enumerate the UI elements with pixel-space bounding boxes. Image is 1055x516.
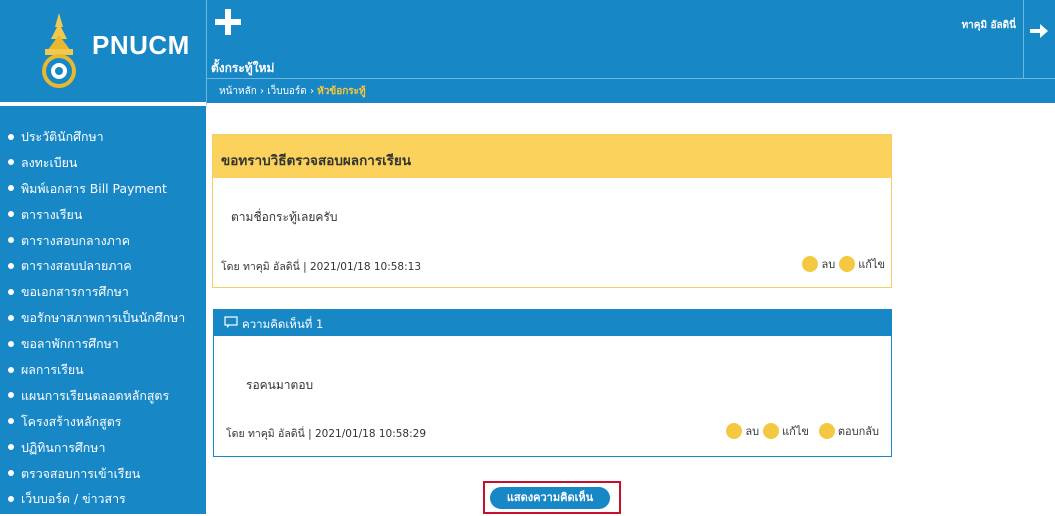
arrow-right-icon[interactable] xyxy=(1028,20,1050,42)
show-comments-button[interactable]: แสดงความคิดเห็น xyxy=(490,487,610,509)
sidebar-item-final-schedule[interactable]: ตารางสอบปลายภาค xyxy=(0,257,206,283)
sidebar-item-label: ปฏิทินการศึกษา xyxy=(21,439,106,455)
comment-body: รอคนมาตอบ xyxy=(246,378,314,392)
bullet-icon xyxy=(8,262,14,269)
bullet-icon xyxy=(8,470,14,477)
breadcrumb-home[interactable]: หน้าหลัก xyxy=(219,86,257,97)
sidebar-item-label: ตารางเรียน xyxy=(21,206,83,222)
logo[interactable]: PNUCM xyxy=(0,0,206,106)
trash-icon xyxy=(726,423,743,439)
sidebar-item-leave-of-absence[interactable]: ขอลาพักการศึกษา xyxy=(0,335,206,361)
topic-header: ขอทราบวิธีตรวจสอบผลการเรียน xyxy=(213,135,891,178)
top-bar: ตั้งกระทู้ใหม่ ทาคุมิ อัลดินี่ xyxy=(206,0,1055,78)
sidebar-item-label: พิมพ์เอกสาร Bill Payment xyxy=(21,180,167,196)
username: ทาคุมิ อัลดินี่ xyxy=(961,20,1016,31)
breadcrumb-separator: › xyxy=(306,86,318,97)
sidebar-item-label: ตรวจสอบการเข้าเรียน xyxy=(21,465,141,481)
divider xyxy=(1023,0,1024,78)
bullet-icon xyxy=(8,211,14,218)
edit-button[interactable]: แก้ไข xyxy=(763,422,809,440)
bullet-icon xyxy=(8,288,14,295)
comment-title: ความคิดเห็นที่ 1 xyxy=(242,317,324,331)
bullet-icon xyxy=(8,314,14,321)
sidebar-item-webboard[interactable]: เว็บบอร์ด / ข่าวสาร xyxy=(0,490,206,516)
logo-text: PNUCM xyxy=(92,30,190,60)
sidebar-item-label: ตารางสอบปลายภาค xyxy=(21,258,132,274)
plus-icon xyxy=(215,9,241,35)
pencil-icon xyxy=(763,423,780,439)
sidebar-item-label: ขอเอกสารการศึกษา xyxy=(21,284,129,300)
bullet-icon xyxy=(8,418,14,425)
new-post-button[interactable]: ตั้งกระทู้ใหม่ xyxy=(211,5,291,75)
delete-label: ลบ xyxy=(745,425,760,438)
sidebar-item-bill-payment[interactable]: พิมพ์เอกสาร Bill Payment xyxy=(0,180,206,206)
comment-header: ความคิดเห็นที่ 1 xyxy=(214,310,891,336)
edit-label: แก้ไข xyxy=(858,258,885,271)
bullet-icon xyxy=(8,133,14,140)
edit-label: แก้ไข xyxy=(782,425,809,438)
delete-label: ลบ xyxy=(821,258,836,271)
sidebar-item-grades[interactable]: ผลการเรียน xyxy=(0,361,206,387)
reply-icon xyxy=(818,423,835,439)
delete-button[interactable]: ลบ xyxy=(802,255,835,273)
topic-card: ขอทราบวิธีตรวจสอบผลการเรียน ตามชื่อกระทู… xyxy=(212,134,892,288)
highlight-box: แสดงความคิดเห็น xyxy=(483,481,621,514)
sidebar-item-class-schedule[interactable]: ตารางเรียน xyxy=(0,206,206,232)
sidebar-item-label: โครงสร้างหลักสูตร xyxy=(21,413,122,429)
topic-meta: โดย ทาคุมิ อัลดินี่ | 2021/01/18 10:58:1… xyxy=(221,261,422,273)
bullet-icon xyxy=(8,237,14,244)
sidebar-item-label: ขอรักษาสภาพการเป็นนักศึกษา xyxy=(21,310,186,326)
sidebar-item-curriculum[interactable]: โครงสร้างหลักสูตร xyxy=(0,413,206,439)
reply-button[interactable]: ตอบกลับ xyxy=(818,422,879,440)
topic-actions: ลบ แก้ไข xyxy=(798,255,885,273)
topic-body: ตามชื่อกระทู้เลยครับ xyxy=(231,210,338,224)
bullet-icon xyxy=(8,366,14,373)
sidebar-item-attendance[interactable]: ตรวจสอบการเข้าเรียน xyxy=(0,465,206,491)
sidebar-item-label: ประวัตินักศึกษา xyxy=(21,129,104,144)
breadcrumb-separator: › xyxy=(256,86,268,97)
sidebar-item-label: เว็บบอร์ด / ข่าวสาร xyxy=(21,491,126,507)
bullet-icon xyxy=(8,495,14,502)
sidebar-item-request-documents[interactable]: ขอเอกสารการศึกษา xyxy=(0,283,206,309)
sidebar: PNUCM ประวัตินักศึกษา ลงทะเบียน พิมพ์เอก… xyxy=(0,0,206,514)
sidebar-item-label: ลงทะเบียน xyxy=(21,154,78,170)
topic-title: ขอทราบวิธีตรวจสอบผลการเรียน xyxy=(221,153,412,169)
sidebar-item-maintain-status[interactable]: ขอรักษาสภาพการเป็นนักศึกษา xyxy=(0,309,206,335)
sidebar-nav: ประวัตินักศึกษา ลงทะเบียน พิมพ์เอกสาร Bi… xyxy=(0,128,206,516)
sidebar-item-registration[interactable]: ลงทะเบียน xyxy=(0,154,206,180)
comment-actions: ลบ แก้ไข ตอบกลับ xyxy=(722,422,879,440)
bullet-icon xyxy=(8,159,14,166)
bullet-icon xyxy=(8,444,14,451)
sidebar-item-student-profile[interactable]: ประวัตินักศึกษา xyxy=(0,128,206,154)
breadcrumb-board[interactable]: เว็บบอร์ด xyxy=(267,86,307,97)
sidebar-item-label: ผลการเรียน xyxy=(21,362,84,378)
sidebar-item-label: ขอลาพักการศึกษา xyxy=(21,336,119,352)
edit-button[interactable]: แก้ไข xyxy=(839,255,885,273)
university-emblem-icon xyxy=(42,13,76,88)
delete-button[interactable]: ลบ xyxy=(726,422,759,440)
comment-meta: โดย ทาคุมิ อัลดินี่ | 2021/01/18 10:58:2… xyxy=(226,428,427,440)
pencil-icon xyxy=(839,256,856,272)
comment-card: ความคิดเห็นที่ 1 รอคนมาตอบ โดย ทาคุมิ อั… xyxy=(213,309,892,457)
sidebar-item-calendar[interactable]: ปฏิทินการศึกษา xyxy=(0,439,206,465)
sidebar-item-study-plan[interactable]: แผนการเรียนตลอดหลักสูตร xyxy=(0,387,206,413)
reply-label: ตอบกลับ xyxy=(837,425,879,438)
sidebar-item-midterm-schedule[interactable]: ตารางสอบกลางภาค xyxy=(0,232,206,258)
sidebar-item-label: แผนการเรียนตลอดหลักสูตร xyxy=(21,387,170,403)
bullet-icon xyxy=(8,185,14,192)
bullet-icon xyxy=(8,340,14,347)
bullet-icon xyxy=(8,392,14,399)
sidebar-item-label: ตารางสอบกลางภาค xyxy=(21,232,131,248)
comment-icon xyxy=(224,316,238,328)
breadcrumb-current: หัวข้อกระทู้ xyxy=(317,86,366,97)
trash-icon xyxy=(802,256,819,272)
new-post-label: ตั้งกระทู้ใหม่ xyxy=(211,61,275,75)
breadcrumb: หน้าหลัก › เว็บบอร์ด › หัวข้อกระทู้ xyxy=(206,78,1055,107)
